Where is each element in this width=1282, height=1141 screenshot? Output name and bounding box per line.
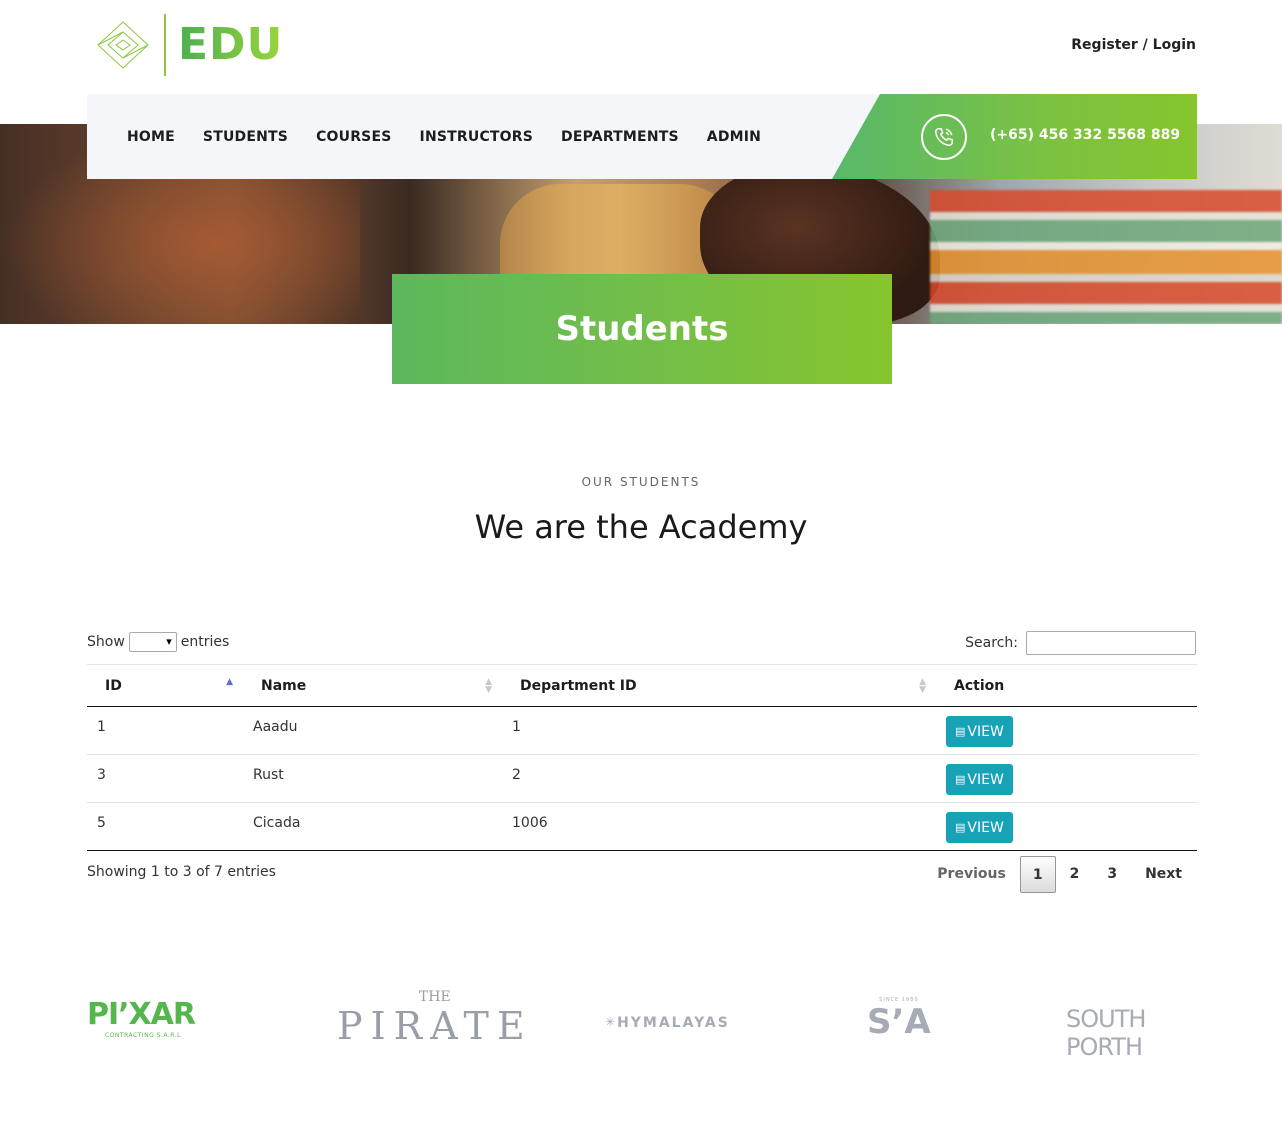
nav-menu: HOME STUDENTS COURSES INSTRUCTORS DEPART…: [127, 94, 761, 179]
pagination-page-2[interactable]: 2: [1056, 856, 1094, 893]
column-header-id[interactable]: ID ▲: [87, 664, 243, 707]
sort-asc-icon: ▲: [226, 677, 233, 687]
search-input[interactable]: [1026, 631, 1196, 655]
id-card-icon: ▤: [955, 821, 966, 834]
pagination-page-3[interactable]: 3: [1093, 856, 1131, 893]
site-logo[interactable]: EDU: [96, 14, 283, 76]
column-header-department-id[interactable]: Department ID ▲ ▼: [502, 664, 936, 707]
auth-separator: /: [1137, 37, 1153, 53]
nav-home[interactable]: HOME: [127, 129, 175, 145]
entries-label: entries: [180, 634, 230, 650]
table-row: 1 Aaadu 1 ▤ VIEW: [87, 706, 1197, 755]
main-nav: HOME STUDENTS COURSES INSTRUCTORS DEPART…: [87, 94, 1197, 179]
sun-icon: ✳: [605, 1015, 618, 1029]
partner-logo-pirate[interactable]: THE PIRATE: [337, 989, 533, 1047]
view-button[interactable]: ▤ VIEW: [946, 764, 1013, 795]
nav-courses[interactable]: COURSES: [316, 129, 391, 145]
partner-logo-sa[interactable]: SINCE 1980 S’A: [867, 997, 931, 1041]
register-link[interactable]: Register: [1071, 37, 1138, 53]
column-header-name[interactable]: Name ▲ ▼: [243, 664, 502, 707]
pagination-page-1[interactable]: 1: [1019, 856, 1056, 893]
cell-name: Aaadu: [243, 706, 502, 755]
view-button[interactable]: ▤ VIEW: [946, 812, 1013, 843]
sort-icon: ▲ ▼: [485, 677, 492, 695]
nav-students[interactable]: STUDENTS: [203, 129, 288, 145]
show-label: Show: [87, 634, 125, 650]
partner-logo-hymalayas[interactable]: ✳HYMALAYAS: [605, 1015, 730, 1031]
phone-number[interactable]: (+65) 456 332 5568 889: [990, 127, 1180, 143]
section-subtitle: OUR STUDENTS: [581, 475, 701, 489]
cell-id: 5: [87, 802, 243, 851]
search-label: Search:: [965, 635, 1018, 651]
top-bar: EDU Register / Login: [0, 0, 1282, 94]
cell-department-id: 1: [502, 706, 936, 755]
table-search: Search:: [965, 631, 1196, 655]
view-button[interactable]: ▤ VIEW: [946, 716, 1013, 747]
nav-departments[interactable]: DEPARTMENTS: [561, 129, 679, 145]
cell-id: 3: [87, 754, 243, 803]
cell-name: Cicada: [243, 802, 502, 851]
auth-links: Register / Login: [1071, 37, 1196, 53]
entries-select[interactable]: [128, 632, 177, 652]
page-title: Students: [555, 309, 729, 349]
table-row: 5 Cicada 1006 ▤ VIEW: [87, 802, 1197, 851]
sort-icon: ▲ ▼: [919, 677, 926, 695]
column-header-action: Action: [936, 664, 1197, 707]
cell-department-id: 2: [502, 754, 936, 803]
id-card-icon: ▤: [955, 725, 966, 738]
pagination-previous[interactable]: Previous: [923, 856, 1020, 893]
table-header-row: ID ▲ Name ▲ ▼ Department ID ▲ ▼ Action: [87, 664, 1197, 707]
nav-instructors[interactable]: INSTRUCTORS: [420, 129, 534, 145]
cell-action: ▤ VIEW: [936, 754, 1197, 803]
entries-length-control: Show entries: [87, 632, 229, 652]
partner-logo-southporth[interactable]: SOUTH PORTH: [1066, 1005, 1197, 1061]
partner-logos: PI’XAR CONTRACTING S.A.R.L THE PIRATE ✳H…: [87, 985, 1197, 1065]
logo-mark-icon: [97, 21, 149, 69]
logo-divider: [164, 14, 166, 76]
partner-logo-pixar[interactable]: PI’XAR CONTRACTING S.A.R.L: [87, 997, 196, 1039]
table-info: Showing 1 to 3 of 7 entries: [87, 864, 276, 880]
cell-name: Rust: [243, 754, 502, 803]
logo-text: EDU: [178, 14, 283, 76]
pagination-next[interactable]: Next: [1131, 856, 1196, 893]
cell-id: 1: [87, 706, 243, 755]
cell-department-id: 1006: [502, 802, 936, 851]
phone-contact: (+65) 456 332 5568 889: [832, 94, 1197, 179]
cell-action: ▤ VIEW: [936, 802, 1197, 851]
id-card-icon: ▤: [955, 773, 966, 786]
nav-admin[interactable]: ADMIN: [707, 129, 761, 145]
hero-books: [930, 190, 1282, 324]
students-table: ID ▲ Name ▲ ▼ Department ID ▲ ▼ Action 1 A…: [87, 664, 1197, 851]
section-headline: We are the Academy: [474, 508, 808, 546]
table-row: 3 Rust 2 ▤ VIEW: [87, 754, 1197, 803]
login-link[interactable]: Login: [1153, 37, 1196, 53]
pagination: Previous 1 2 3 Next: [923, 856, 1196, 893]
phone-icon: [921, 114, 967, 160]
cell-action: ▤ VIEW: [936, 706, 1197, 755]
page-title-box: Students: [392, 274, 892, 384]
